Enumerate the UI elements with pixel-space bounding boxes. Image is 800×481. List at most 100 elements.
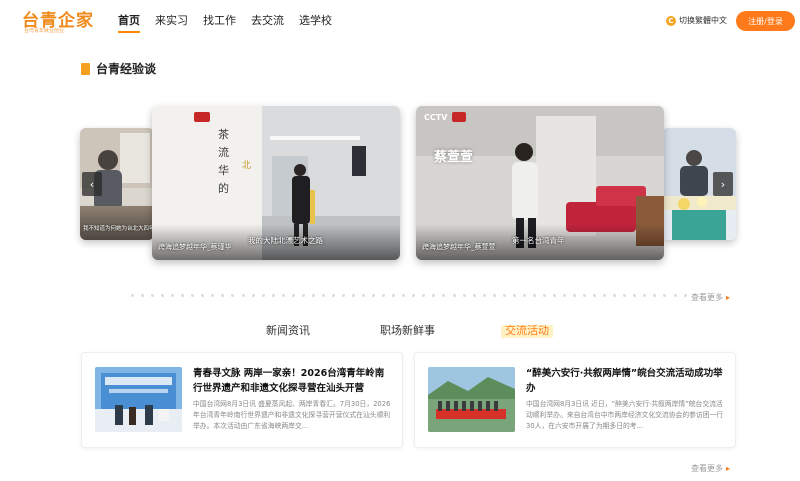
pagination-dot[interactable]	[341, 294, 345, 297]
pagination-dot[interactable]	[583, 294, 587, 297]
pagination-dot[interactable]	[221, 294, 225, 297]
nav-schools[interactable]: 选学校	[299, 0, 332, 42]
carousel-prev-button[interactable]: ‹	[82, 172, 102, 196]
pagination-dot[interactable]	[331, 294, 335, 297]
language-icon: C	[666, 15, 676, 26]
pagination-dot[interactable]	[382, 294, 386, 297]
news-1-description: 中国台湾网8月3日讯 盛夏蒸风起、两岸青春汇。7月30日，2026年台湾青年岭南…	[193, 400, 391, 430]
news-tabs: 新闻资讯 职场新鲜事 交流活动	[0, 322, 800, 342]
news-2-title[interactable]: “醉美六安行·共叙两岸情”皖台交流活动成功举办	[526, 366, 724, 396]
pagination-dot[interactable]	[492, 294, 496, 297]
pagination-dot[interactable]	[522, 294, 526, 297]
pagination-dot[interactable]	[402, 294, 406, 297]
pagination-dot[interactable]	[191, 294, 195, 297]
news-more-label: 查看更多	[691, 464, 723, 473]
pagination-dot[interactable]	[141, 294, 145, 297]
pagination-dot[interactable]	[502, 294, 506, 297]
nav-jobs[interactable]: 找工作	[203, 0, 236, 42]
nav-exchange[interactable]: 去交流	[251, 0, 284, 42]
chevron-left-icon: ‹	[89, 177, 95, 191]
book-icon	[81, 62, 90, 75]
pagination-dot[interactable]	[412, 294, 416, 297]
pagination-dot[interactable]	[171, 294, 175, 297]
svg-text:北: 北	[242, 160, 251, 171]
pagination-dot[interactable]	[131, 294, 134, 297]
pagination-dot[interactable]	[563, 294, 567, 297]
pagination-dot[interactable]	[613, 294, 617, 297]
news-1-title[interactable]: 青春寻文脉 两岸一家亲！2026台湾青年岭南行世界遗产和非遗文化探寻营在汕头开营	[193, 366, 391, 396]
pagination-dot[interactable]	[472, 294, 476, 297]
pagination-dot[interactable]	[653, 294, 657, 297]
pagination-dot[interactable]	[161, 294, 165, 297]
pagination-dot[interactable]	[251, 294, 255, 297]
pagination-dot[interactable]	[603, 294, 607, 297]
pagination-dot[interactable]	[211, 294, 215, 297]
tab-news[interactable]: 新闻资讯	[266, 322, 310, 338]
experience-more-label: 查看更多	[691, 293, 723, 302]
carousel-pagination	[131, 294, 687, 298]
svg-text:华: 华	[218, 163, 229, 177]
nav-home[interactable]: 首页	[118, 0, 140, 42]
tab-workplace[interactable]: 职场新鲜事	[380, 322, 435, 338]
pagination-dot[interactable]	[201, 294, 205, 297]
pagination-dot[interactable]	[291, 294, 295, 297]
logo-subtitle: 台湾青年就业创业	[24, 28, 65, 34]
pagination-dot[interactable]	[151, 294, 155, 297]
pagination-dot[interactable]	[633, 294, 637, 297]
news-1-image	[95, 367, 182, 432]
pagination-dot[interactable]	[352, 294, 356, 297]
main-nav: 首页 来实习 找工作 去交流 选学校	[118, 0, 347, 42]
arrow-right-icon: ▸	[726, 464, 731, 473]
pagination-dot[interactable]	[683, 294, 687, 297]
language-switch[interactable]: C 切换繁體中文	[666, 15, 727, 26]
card-1-caption: 跨海追梦越年华_蔡瑾华	[158, 243, 232, 251]
pagination-dot[interactable]	[422, 294, 426, 297]
pagination-dot[interactable]	[542, 294, 546, 297]
video-carousel: 我不知道为何她为台北大四年 茶 流 华 的 北 跨海追梦越年华_蔡瑾华 我的大陆…	[0, 100, 800, 270]
pagination-dot[interactable]	[271, 294, 275, 297]
pagination-dot[interactable]	[623, 294, 627, 297]
experience-more-link[interactable]: 查看更多 ▸	[691, 292, 730, 303]
site-logo[interactable]: 台青企家 台湾青年就业创业	[22, 6, 108, 36]
pagination-dot[interactable]	[181, 294, 185, 297]
pagination-dot[interactable]	[261, 294, 265, 297]
svg-text:CCTV: CCTV	[424, 113, 448, 122]
pagination-dot[interactable]	[663, 294, 667, 297]
pagination-dot[interactable]	[512, 294, 516, 297]
pagination-dot[interactable]	[442, 294, 446, 297]
section-title-text: 台青经验谈	[96, 62, 157, 76]
news-2-image	[428, 367, 515, 432]
pagination-dot[interactable]	[573, 294, 577, 297]
pagination-dot[interactable]	[462, 294, 466, 297]
carousel-card-1[interactable]: 茶 流 华 的 北 跨海追梦越年华_蔡瑾华 我的大陆北漂艺术之路	[152, 106, 400, 260]
language-switch-label: 切换繁體中文	[679, 16, 727, 25]
pagination-dot[interactable]	[231, 294, 235, 297]
nav-internship[interactable]: 来实习	[155, 0, 188, 42]
pagination-dot[interactable]	[362, 294, 366, 297]
news-card-2[interactable]: “醉美六安行·共叙两岸情”皖台交流活动成功举办 中国台湾网8月3日讯 近日，“醉…	[414, 352, 736, 448]
pagination-dot[interactable]	[643, 294, 647, 297]
pagination-dot[interactable]	[432, 294, 436, 297]
carousel-next-button[interactable]: ›	[713, 172, 733, 196]
svg-text:的: 的	[218, 181, 229, 195]
pagination-dot[interactable]	[321, 294, 325, 297]
news-more-link[interactable]: 查看更多 ▸	[691, 463, 730, 474]
pagination-dot[interactable]	[552, 294, 556, 297]
card-1-overlay-text: 我的大陆北漂艺术之路	[248, 236, 323, 245]
card-2-caption: 跨海追梦越年华_蔡萱萱	[422, 243, 496, 251]
pagination-dot[interactable]	[532, 294, 536, 297]
pagination-dot[interactable]	[482, 294, 486, 297]
pagination-dot[interactable]	[301, 294, 305, 297]
pagination-dot[interactable]	[673, 294, 677, 297]
carousel-card-2[interactable]: CCTV 蔡萱萱 跨海追梦越年华_蔡萱萱 第一名台湾青年	[416, 106, 664, 260]
pagination-dot[interactable]	[372, 294, 376, 297]
pagination-dot[interactable]	[452, 294, 456, 297]
pagination-dot[interactable]	[311, 294, 315, 297]
pagination-dot[interactable]	[241, 294, 245, 297]
pagination-dot[interactable]	[392, 294, 396, 297]
login-register-button[interactable]: 注册/登录	[736, 11, 795, 31]
news-card-1[interactable]: 青春寻文脉 两岸一家亲！2026台湾青年岭南行世界遗产和非遗文化探寻营在汕头开营…	[81, 352, 403, 448]
pagination-dot[interactable]	[593, 294, 597, 297]
tab-exchange-activities[interactable]: 交流活动	[501, 322, 553, 338]
pagination-dot[interactable]	[281, 294, 285, 297]
